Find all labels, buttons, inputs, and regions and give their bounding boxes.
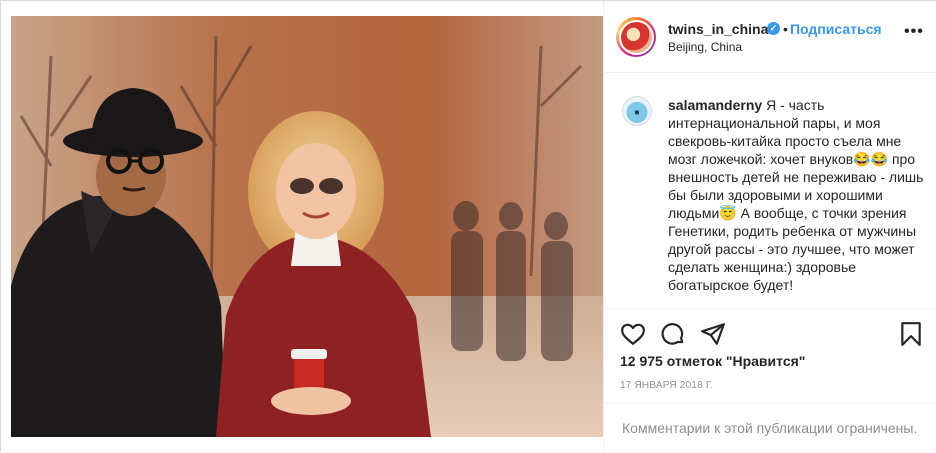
author-username[interactable]: twins_in_china	[668, 21, 768, 37]
avatar-image	[620, 21, 652, 53]
post-photo[interactable]	[11, 16, 603, 437]
photo-frame	[1, 1, 603, 452]
post-sidebar: twins_in_china ✓ • Подписаться Beijing, …	[603, 1, 936, 452]
follow-button[interactable]: Подписаться	[790, 21, 882, 37]
post-actions: 12 975 отметок "Нравится" 17 ЯНВАРЯ 2018…	[604, 308, 936, 452]
more-options-icon[interactable]: •••	[904, 24, 924, 40]
post-container: twins_in_china ✓ • Подписаться Beijing, …	[0, 0, 936, 452]
share-icon[interactable]	[700, 321, 726, 347]
author-avatar[interactable]	[616, 17, 656, 57]
comment-text: Я - часть интернациональной пары, и моя …	[668, 97, 924, 293]
verified-badge-icon: ✓	[767, 22, 780, 35]
commenter-username[interactable]: salamanderny	[668, 97, 762, 113]
header-separator: •	[783, 21, 788, 37]
avatar-inner	[618, 19, 654, 55]
comments-list[interactable]: salamanderny Я - часть интернациональной…	[604, 74, 936, 308]
heart-icon[interactable]	[620, 321, 646, 347]
post-header: twins_in_china ✓ • Подписаться Beijing, …	[604, 1, 936, 73]
commenter-avatar[interactable]	[622, 96, 652, 126]
comments-restricted-notice: Комментарии к этой публикации ограничены…	[604, 403, 936, 453]
comment-icon[interactable]	[660, 321, 686, 347]
comment-body: salamanderny Я - часть интернациональной…	[668, 96, 930, 294]
bookmark-icon[interactable]	[898, 321, 924, 347]
post-location[interactable]: Beijing, China	[668, 40, 742, 54]
likes-count[interactable]: 12 975 отметок "Нравится"	[620, 353, 805, 369]
post-date[interactable]: 17 ЯНВАРЯ 2018 Г.	[620, 380, 713, 391]
